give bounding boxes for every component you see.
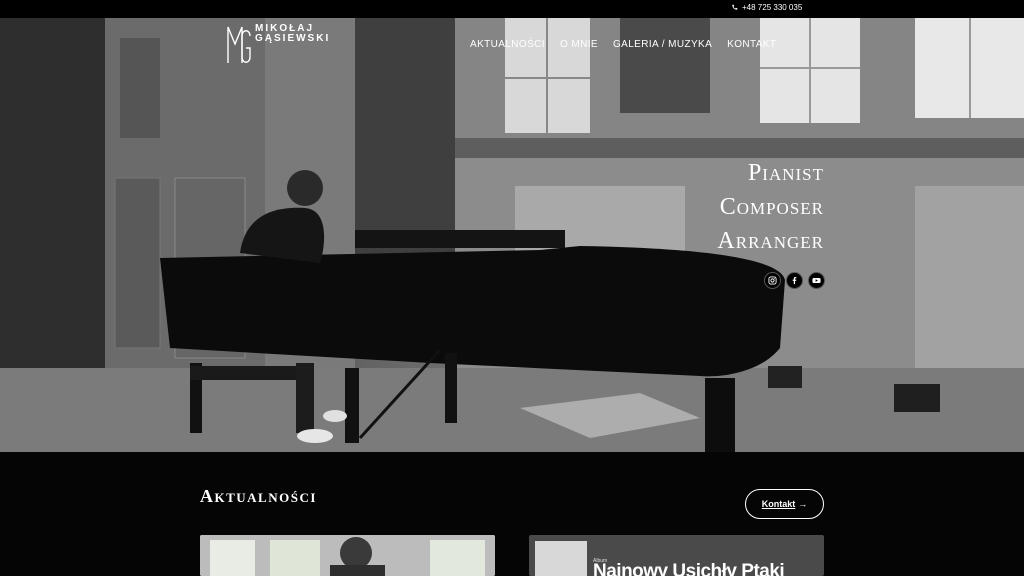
facebook-icon [792, 276, 797, 285]
phone-text: +48 725 330 035 [742, 3, 803, 12]
nav-item-o-mnie[interactable]: O MNIE [560, 39, 598, 50]
nav-item-galeria-muzyka[interactable]: GALERIA / MUZYKA [613, 39, 712, 50]
youtube-icon [812, 277, 821, 284]
contact-button-label: Kontakt [761, 499, 796, 509]
album-cover-thumbnail [535, 541, 587, 576]
hero-photo [0, 18, 1024, 452]
tagline-pianist: Pianist [747, 160, 824, 186]
hero-section: MIKOŁAJ GĄSIEWSKI AKTUALNOŚCI O MNIE GAL… [0, 18, 1024, 452]
youtube-link[interactable] [808, 272, 825, 289]
news-heading: Aktualności [200, 486, 317, 506]
phone-number[interactable]: +48 725 330 035 [731, 3, 802, 12]
tagline-composer: Composer [719, 194, 824, 220]
social-links [764, 272, 825, 289]
news-card-2-headline: Najnowy Usichły Ptaki [593, 561, 785, 576]
phone-icon [732, 4, 738, 10]
tagline-arranger: Arranger [717, 228, 824, 254]
instagram-link[interactable] [764, 272, 781, 289]
contact-button[interactable]: Kontakt → [745, 489, 824, 519]
news-card-1[interactable] [200, 535, 495, 576]
news-card-1-image [200, 535, 495, 576]
instagram-icon [768, 276, 777, 285]
mg-monogram-icon [227, 26, 251, 63]
news-card-2[interactable]: Album Najnowy Usichły Ptaki [529, 535, 824, 576]
arrow-right-icon: → [798, 499, 808, 509]
site-logo[interactable]: MIKOŁAJ GĄSIEWSKI [227, 24, 330, 64]
top-bar: +48 725 330 035 [0, 0, 1024, 18]
nav-item-aktualnosci[interactable]: AKTUALNOŚCI [470, 39, 545, 50]
news-section: Aktualności Kontakt → Album Najnowy Usic… [0, 452, 1024, 576]
nav-item-kontakt[interactable]: KONTAKT [727, 39, 776, 50]
main-nav: AKTUALNOŚCI O MNIE GALERIA / MUZYKA KONT… [470, 39, 776, 50]
logo-last-name: GĄSIEWSKI [255, 33, 331, 44]
logo-wordmark: MIKOŁAJ GĄSIEWSKI [255, 24, 330, 44]
hero-tagline: Pianist Composer Arranger [717, 156, 824, 258]
facebook-link[interactable] [786, 272, 803, 289]
